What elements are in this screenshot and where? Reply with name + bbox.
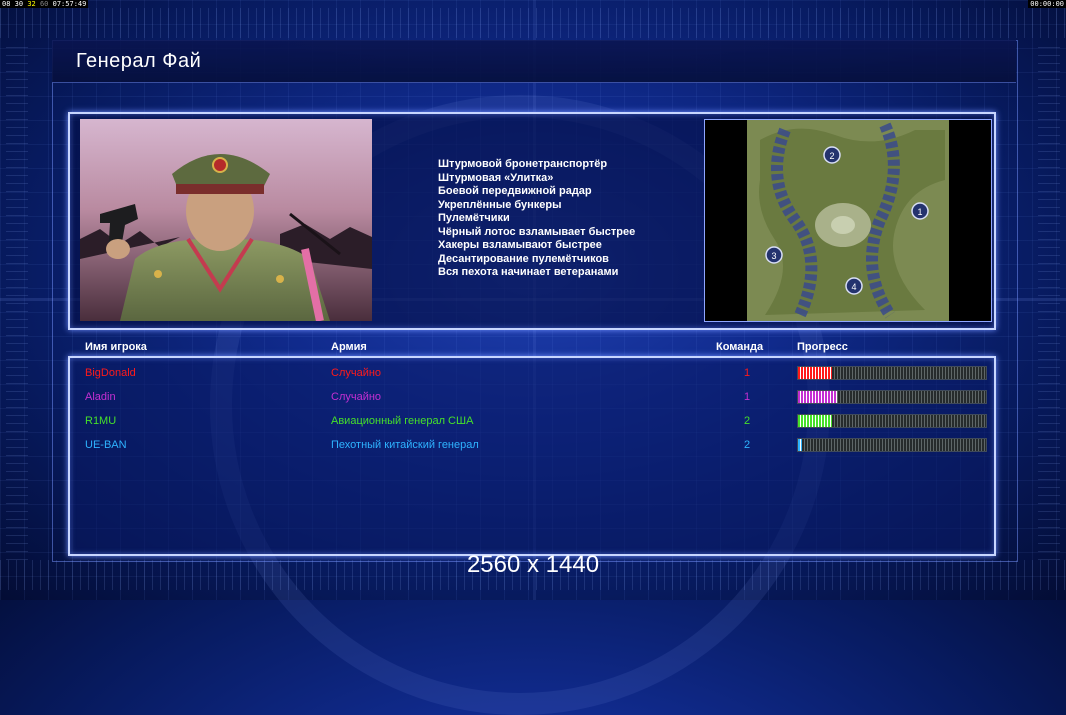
- feature-item: Штурмовая «Улитка»: [438, 171, 554, 184]
- hud-value: 32: [27, 0, 36, 8]
- feature-item: Пулемётчики: [438, 212, 510, 224]
- header-progress: Прогресс: [797, 341, 848, 353]
- player-army[interactable]: Авиационный генерал США: [331, 415, 473, 427]
- player-army[interactable]: Случайно: [331, 367, 381, 379]
- progress-bar: [797, 390, 987, 404]
- header-player-name: Имя игрока: [85, 341, 147, 353]
- hud-value: 30: [14, 0, 24, 8]
- feature-item: Штурмовой бронетранспортёр: [438, 158, 608, 170]
- resolution-label: 2560 x 1440: [466, 551, 600, 578]
- ruler-right: [1038, 40, 1060, 560]
- player-row: BigDonald Случайно 1: [0, 365, 1066, 383]
- ruler-top: [0, 8, 1066, 38]
- progress-fill: [798, 415, 832, 427]
- map-marker-4: 4: [851, 282, 856, 292]
- player-name: R1MU: [85, 415, 117, 427]
- hud-timer: 00:00:00: [1028, 0, 1066, 8]
- map-marker-3: 3: [771, 251, 776, 261]
- player-team[interactable]: 1: [744, 391, 750, 403]
- feature-item: Укреплённые бункеры: [438, 198, 562, 211]
- general-features-list: Штурмовой бронетранспортёр Штурмовая «Ул…: [438, 158, 635, 280]
- player-row: R1MU Авиационный генерал США 2: [0, 413, 1066, 431]
- fps-overlay: 08 30 32 60 07:57:49: [0, 0, 89, 8]
- progress-fill: [798, 391, 838, 403]
- feature-item: Хакеры взламывают быстрее: [438, 239, 602, 251]
- hud-value: 60: [39, 0, 49, 8]
- map-marker-1: 1: [917, 207, 922, 217]
- player-name: Aladin: [85, 391, 116, 403]
- player-name: BigDonald: [85, 367, 136, 379]
- player-army[interactable]: Случайно: [331, 391, 381, 403]
- feature-item: Боевой передвижной радар: [438, 185, 592, 197]
- progress-fill: [798, 367, 832, 379]
- hud-value: 08: [2, 0, 11, 8]
- players-panel: [68, 356, 996, 556]
- map-marker-2: 2: [829, 151, 834, 161]
- page-title: Генерал Фай: [76, 50, 202, 72]
- player-army[interactable]: Пехотный китайский генерал: [331, 439, 479, 451]
- map-preview: 1 2 3 4: [704, 119, 992, 322]
- player-row: Aladin Случайно 1: [0, 389, 1066, 407]
- hud-clock: 07:57:49: [52, 0, 87, 8]
- player-team[interactable]: 2: [744, 439, 750, 451]
- feature-item: Чёрный лотос взламывает быстрее: [438, 225, 636, 238]
- player-name: UE-BAN: [85, 439, 127, 451]
- player-row: UE-BAN Пехотный китайский генерал 2: [0, 437, 1066, 455]
- general-portrait: [80, 119, 372, 321]
- player-team[interactable]: 2: [744, 415, 750, 427]
- progress-fill: [798, 439, 802, 451]
- player-team[interactable]: 1: [744, 367, 750, 379]
- progress-bar: [797, 414, 987, 428]
- progress-bar: [797, 438, 987, 452]
- header-team: Команда: [716, 341, 764, 353]
- ruler-left: [6, 40, 28, 560]
- feature-item: Вся пехота начинает ветеранами: [438, 266, 619, 278]
- progress-bar: [797, 366, 987, 380]
- header-army: Армия: [331, 341, 367, 353]
- feature-item: Десантирование пулемётчиков: [438, 252, 609, 265]
